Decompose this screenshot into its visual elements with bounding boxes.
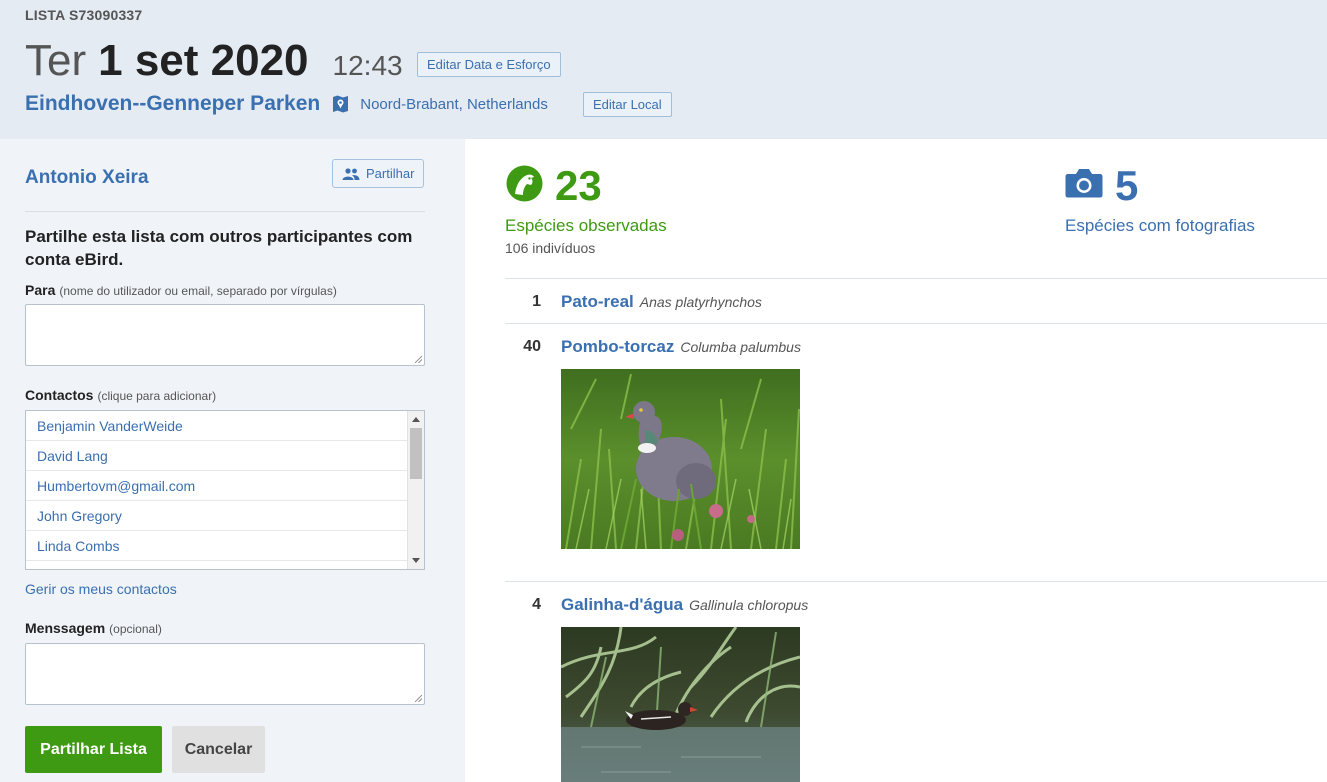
photo-species-count: 5 <box>1115 162 1139 209</box>
contact-item[interactable]: Benjamin VanderWeide <box>26 411 408 441</box>
species-row: Galinha-d'água Gallinula chloropus <box>561 595 808 615</box>
to-label-text: Para <box>25 282 56 298</box>
species-photo[interactable] <box>561 627 800 782</box>
observation-count: 1 <box>532 293 541 310</box>
message-input[interactable] <box>25 643 425 705</box>
share-heading: Partilhe esta lista com outros participa… <box>25 227 413 269</box>
species-count: 23 <box>555 162 602 209</box>
species-common-name[interactable]: Galinha-d'água <box>561 595 683 614</box>
divider <box>505 323 1327 324</box>
species-scientific-name: Columba palumbus <box>680 339 801 355</box>
contact-item[interactable]: David Lang <box>26 441 408 471</box>
message-label: Menssagem (opcional) <box>25 620 162 636</box>
contacts-label: Contactos (clique para adicionar) <box>25 387 216 403</box>
photo-species-label[interactable]: Espécies com fotografias <box>1065 216 1255 236</box>
species-scientific-name: Anas platyrhynchos <box>639 294 762 310</box>
share-list-button[interactable]: Partilhar Lista <box>25 726 162 773</box>
share-sidebar: Antonio Xeira Partilhar Partilhe esta li… <box>0 139 465 782</box>
species-photo[interactable] <box>561 369 800 549</box>
checklist-id: LISTA S73090337 <box>25 7 143 23</box>
divider <box>505 278 1327 279</box>
region-link[interactable]: Noord-Brabant, Netherlands <box>360 96 548 113</box>
scroll-down-arrow-icon[interactable] <box>412 558 420 563</box>
contact-item[interactable]: John Gregory <box>26 501 408 531</box>
map-pin-icon[interactable] <box>332 95 349 113</box>
species-common-name[interactable]: Pombo-torcaz <box>561 337 674 356</box>
location-row: Eindhoven--Genneper Parken Noord-Brabant… <box>25 92 548 116</box>
message-label-text: Menssagem <box>25 620 106 636</box>
location-name-link[interactable]: Eindhoven--Genneper Parken <box>25 92 320 116</box>
scroll-up-arrow-icon[interactable] <box>412 417 420 422</box>
cancel-button[interactable]: Cancelar <box>172 726 265 773</box>
contact-item[interactable]: Linda Combs <box>26 531 408 561</box>
checklist-date: Ter 1 set 2020 12:43 <box>25 36 403 86</box>
weekday: Ter <box>25 36 87 85</box>
share-button[interactable]: Partilhar <box>332 159 425 188</box>
date: 1 set 2020 <box>98 36 309 85</box>
time: 12:43 <box>332 50 403 81</box>
species-row: Pombo-torcaz Columba palumbus <box>561 337 801 357</box>
message-hint: (opcional) <box>109 622 162 636</box>
individuals-count: 106 indivíduos <box>505 240 596 256</box>
observer-name[interactable]: Antonio Xeira <box>25 167 149 189</box>
to-hint: (nome do utilizador ou email, separado p… <box>59 284 337 298</box>
divider <box>505 581 1327 582</box>
to-label: Para (nome do utilizador ou email, separa… <box>25 282 337 298</box>
people-icon <box>342 167 360 180</box>
scroll-thumb[interactable] <box>410 428 422 479</box>
observation-count: 40 <box>523 338 541 355</box>
recipients-input[interactable] <box>25 304 425 366</box>
camera-icon <box>1065 168 1103 203</box>
manage-contacts-link[interactable]: Gerir os meus contactos <box>25 581 177 597</box>
contacts-hint: (clique para adicionar) <box>97 389 217 403</box>
edit-date-button[interactable]: Editar Data e Esforço <box>417 52 561 77</box>
species-row: Pato-real Anas platyrhynchos <box>561 292 762 312</box>
species-common-name[interactable]: Pato-real <box>561 292 634 311</box>
checklist-header: LISTA S73090337 Ter 1 set 2020 12:43 Edi… <box>0 0 1327 139</box>
contacts-label-text: Contactos <box>25 387 94 403</box>
contacts-list[interactable]: Benjamin VanderWeide David Lang Humberto… <box>25 410 425 570</box>
contacts-scrollbar[interactable] <box>407 411 424 569</box>
divider <box>25 211 425 212</box>
species-observed-label: Espécies observadas <box>505 216 667 235</box>
share-button-label: Partilhar <box>366 166 415 181</box>
observation-count: 4 <box>532 596 541 613</box>
edit-location-button[interactable]: Editar Local <box>583 92 672 117</box>
contact-item[interactable]: Humbertovm@gmail.com <box>26 471 408 501</box>
species-scientific-name: Gallinula chloropus <box>689 597 809 613</box>
species-observed-icon <box>506 165 543 207</box>
